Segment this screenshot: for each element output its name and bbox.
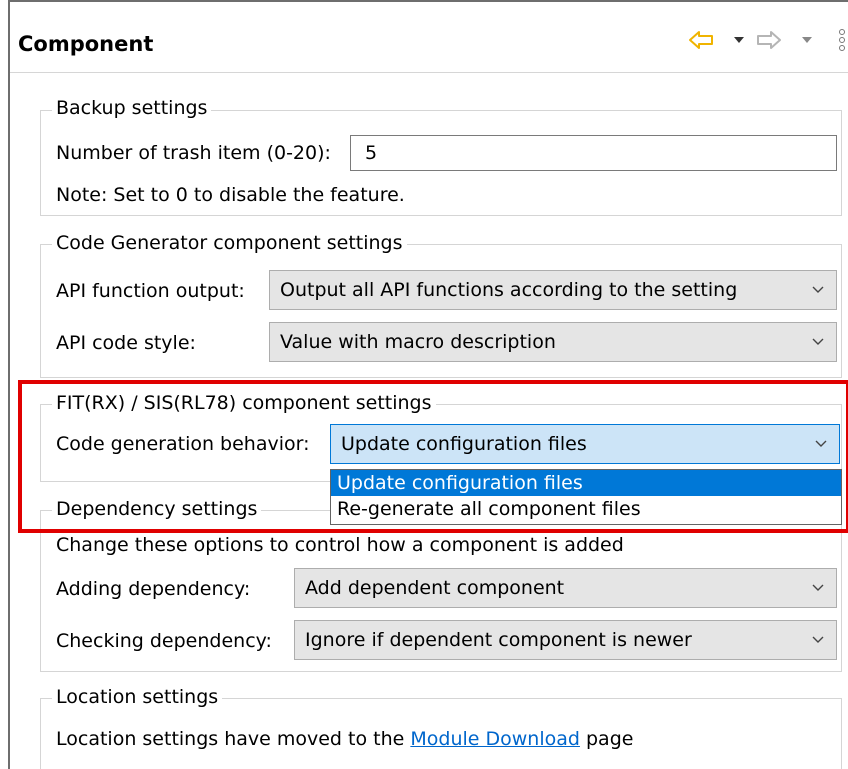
location-message-prefix: Location settings have moved to the bbox=[56, 728, 411, 750]
api-style-label: API code style: bbox=[56, 332, 196, 354]
chevron-down-icon bbox=[812, 636, 824, 643]
forward-arrow-icon bbox=[757, 31, 781, 49]
highlight-annotation bbox=[18, 380, 848, 533]
api-output-value: Output all API functions according to th… bbox=[280, 279, 738, 301]
chevron-down-icon bbox=[812, 584, 824, 591]
location-settings-legend: Location settings bbox=[52, 686, 223, 708]
location-message: Location settings have moved to the Modu… bbox=[56, 728, 633, 750]
header-separator bbox=[10, 72, 848, 73]
checking-dependency-label: Checking dependency: bbox=[56, 630, 272, 652]
api-style-select[interactable]: Value with macro description bbox=[269, 322, 837, 362]
view-menu-icon bbox=[839, 29, 845, 51]
location-message-suffix: page bbox=[579, 728, 634, 750]
checking-dependency-value: Ignore if dependent component is newer bbox=[305, 629, 692, 651]
forward-menu-button[interactable] bbox=[801, 26, 813, 54]
chevron-down-icon bbox=[812, 286, 824, 293]
api-output-select[interactable]: Output all API functions according to th… bbox=[269, 270, 837, 310]
backup-note: Note: Set to 0 to disable the feature. bbox=[56, 184, 405, 206]
codegen-settings-legend: Code Generator component settings bbox=[52, 232, 407, 254]
back-button[interactable] bbox=[688, 26, 714, 54]
view-menu-button[interactable] bbox=[838, 26, 846, 54]
forward-button[interactable] bbox=[756, 26, 782, 54]
adding-dependency-value: Add dependent component bbox=[305, 577, 565, 599]
back-menu-icon bbox=[734, 37, 744, 43]
back-menu-button[interactable] bbox=[733, 26, 745, 54]
page-title: Component bbox=[18, 32, 154, 56]
adding-dependency-select[interactable]: Add dependent component bbox=[294, 568, 837, 608]
adding-dependency-label: Adding dependency: bbox=[56, 578, 251, 600]
api-output-label: API function output: bbox=[56, 280, 245, 302]
module-download-link[interactable]: Module Download bbox=[410, 728, 580, 750]
backup-settings-legend: Backup settings bbox=[52, 97, 212, 119]
chevron-down-icon bbox=[812, 338, 824, 345]
back-arrow-icon bbox=[689, 31, 713, 49]
forward-menu-icon bbox=[802, 37, 812, 43]
dependency-description: Change these options to control how a co… bbox=[56, 534, 624, 556]
trash-item-label: Number of trash item (0-20): bbox=[56, 142, 331, 164]
checking-dependency-select[interactable]: Ignore if dependent component is newer bbox=[294, 620, 837, 660]
api-style-value: Value with macro description bbox=[280, 331, 556, 353]
trash-item-input[interactable]: 5 bbox=[350, 135, 837, 171]
